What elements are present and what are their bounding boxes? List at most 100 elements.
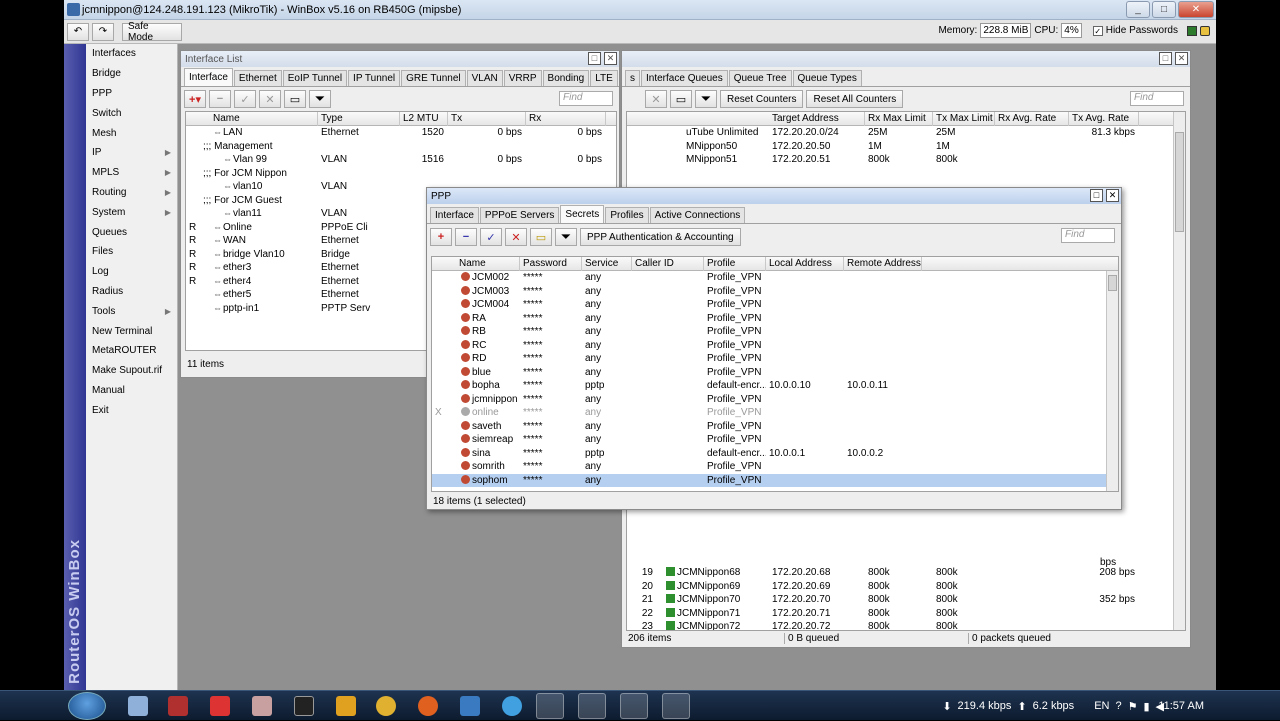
column-header[interactable]: Rx Max Limit xyxy=(865,112,933,126)
menu-item[interactable]: Routing ▶ xyxy=(86,183,177,203)
reset-all-counters-button[interactable]: Reset All Counters xyxy=(806,90,904,108)
menu-item[interactable]: MetaROUTER xyxy=(86,341,177,361)
menu-item[interactable]: MPLS ▶ xyxy=(86,163,177,183)
undo-button[interactable]: ↶ xyxy=(67,22,89,41)
queue-window-maximize-icon[interactable]: □ xyxy=(1159,52,1172,65)
secret-row[interactable]: saveth ***** any Profile_VPN xyxy=(432,420,1106,434)
language-indicator[interactable]: EN xyxy=(1094,700,1109,712)
tab[interactable]: LTE xyxy=(590,70,618,86)
tab[interactable]: Active Connections xyxy=(649,207,746,223)
queue-row[interactable]: 20 JCMNippon69 172.20.20.69 800k 800k xyxy=(627,580,1173,594)
show-desktop-area[interactable] xyxy=(1216,690,1280,720)
menu-item[interactable]: New Terminal xyxy=(86,321,177,341)
menu-item[interactable]: Queues xyxy=(86,222,177,242)
menu-item[interactable]: Mesh xyxy=(86,123,177,143)
column-header[interactable]: Name xyxy=(456,257,520,271)
app-globe-icon[interactable] xyxy=(502,696,522,716)
interface-find-input[interactable]: Find xyxy=(559,91,613,106)
app-blue-icon[interactable] xyxy=(460,696,480,716)
ppp-enable-icon[interactable]: ✓ xyxy=(480,228,502,246)
table-row[interactable]: ⇔Vlan 99 VLAN 1516 0 bps 0 bps xyxy=(186,153,616,167)
tab[interactable]: Interface xyxy=(184,68,233,86)
queue-row[interactable]: 23 JCMNippon72 172.20.20.72 800k 800k xyxy=(627,620,1173,630)
tab[interactable]: Ethernet xyxy=(233,70,282,86)
network-icon[interactable]: ▮ xyxy=(1143,700,1149,713)
start-button[interactable] xyxy=(68,692,106,720)
tab[interactable]: Interface xyxy=(430,207,479,223)
menu-item[interactable]: Log xyxy=(86,262,177,282)
menu-item[interactable]: Switch xyxy=(86,103,177,123)
menu-item[interactable]: IP ▶ xyxy=(86,143,177,163)
column-header[interactable]: Password xyxy=(520,257,582,271)
tab[interactable]: Interface Queues xyxy=(641,70,728,86)
column-header[interactable]: Tx Max Limit xyxy=(933,112,995,126)
menu-item[interactable]: Exit xyxy=(86,400,177,420)
secret-row[interactable]: Xonline ***** any Profile_VPN xyxy=(432,406,1106,420)
add-icon[interactable]: +▾ xyxy=(184,90,206,108)
ppp-auth-accounting-button[interactable]: PPP Authentication & Accounting xyxy=(580,228,741,246)
filter-icon[interactable]: ⏷ xyxy=(309,90,331,108)
ppp-comment-icon[interactable]: ▭ xyxy=(530,228,552,246)
secrets-scrollbar[interactable] xyxy=(1106,271,1118,491)
interface-window-close-icon[interactable]: ✕ xyxy=(604,52,617,65)
column-header[interactable]: Profile xyxy=(704,257,766,271)
app-dark-icon[interactable] xyxy=(294,696,314,716)
terminal-taskbar-icon[interactable] xyxy=(662,693,690,719)
menu-item[interactable]: Radius xyxy=(86,282,177,302)
secrets-scroll-thumb[interactable] xyxy=(1108,275,1117,291)
column-header[interactable]: Tx xyxy=(448,112,526,126)
secret-row[interactable]: JCM002 ***** any Profile_VPN xyxy=(432,271,1106,285)
secret-row[interactable]: sophom ***** any Profile_VPN xyxy=(432,473,1106,487)
reset-counters-button[interactable]: Reset Counters xyxy=(720,90,804,108)
app-pink-icon[interactable] xyxy=(252,696,272,716)
queue-find-input[interactable]: Find xyxy=(1130,91,1184,106)
tab[interactable]: VLAN xyxy=(466,70,503,86)
secret-row[interactable]: jcmnippon ***** any Profile_VPN xyxy=(432,393,1106,407)
column-header[interactable]: Tx Avg. Rate xyxy=(1069,112,1139,126)
tab[interactable]: Bonding xyxy=(542,70,590,86)
queue-filter-icon[interactable]: ⏷ xyxy=(695,90,717,108)
ppp-add-icon[interactable]: + xyxy=(430,228,452,246)
tab[interactable]: Profiles xyxy=(605,207,649,223)
column-header[interactable]: Name xyxy=(210,112,318,126)
ppp-remove-icon[interactable]: − xyxy=(455,228,477,246)
tab[interactable]: Queue Tree xyxy=(728,70,792,86)
queue-scroll-thumb[interactable] xyxy=(1175,132,1184,232)
taskbar-window-3[interactable] xyxy=(620,693,648,719)
secret-row[interactable]: RB ***** any Profile_VPN xyxy=(432,325,1106,339)
ppp-filter-icon[interactable]: ⏷ xyxy=(555,228,577,246)
secret-row[interactable]: RD ***** any Profile_VPN xyxy=(432,352,1106,366)
ppp-window-close-icon[interactable]: ✕ xyxy=(1106,189,1119,202)
tab[interactable]: EoIP Tunnel xyxy=(282,70,348,86)
tab[interactable]: Queue Types xyxy=(792,70,862,86)
table-row[interactable]: ;;; Management xyxy=(186,140,616,154)
column-header[interactable]: Local Address xyxy=(766,257,844,271)
column-header[interactable]: Rx Avg. Rate xyxy=(995,112,1069,126)
remove-icon[interactable]: − xyxy=(209,90,231,108)
comment-icon[interactable]: ▭ xyxy=(284,90,306,108)
explorer-icon[interactable] xyxy=(128,696,148,716)
tab[interactable]: GRE Tunnel xyxy=(401,70,466,86)
tab[interactable]: IP Tunnel xyxy=(348,70,401,86)
column-header[interactable]: Type xyxy=(318,112,400,126)
queue-cross-icon[interactable]: ✕ xyxy=(645,90,667,108)
ppp-window-maximize-icon[interactable]: □ xyxy=(1090,189,1103,202)
column-header[interactable]: Remote Address xyxy=(844,257,922,271)
menu-item[interactable]: System ▶ xyxy=(86,202,177,222)
queue-row[interactable]: 19 JCMNippon68 172.20.20.68 800k 800k 208 bps xyxy=(627,566,1173,580)
queue-row[interactable]: MNippon50 172.20.20.50 1M 1M xyxy=(627,140,1173,154)
secret-row[interactable]: siemreap ***** any Profile_VPN xyxy=(432,433,1106,447)
menu-item[interactable]: PPP xyxy=(86,84,177,104)
column-header[interactable]: Rx xyxy=(526,112,606,126)
winbox-taskbar-icon[interactable] xyxy=(578,693,606,719)
close-button[interactable]: ✕ xyxy=(1178,1,1214,18)
safe-mode-button[interactable]: Safe Mode xyxy=(122,21,182,43)
firefox-icon[interactable] xyxy=(418,696,438,716)
enable-icon[interactable]: ✓ xyxy=(234,90,256,108)
queue-row[interactable]: uTube Unlimited 172.20.20.0/24 25M 25M 81.3 … xyxy=(627,126,1173,140)
help-icon[interactable]: ? xyxy=(1115,700,1121,712)
tab[interactable]: s xyxy=(625,70,640,86)
queue-scrollbar[interactable] xyxy=(1173,112,1185,630)
menu-item[interactable]: Manual xyxy=(86,381,177,401)
redo-button[interactable]: ↷ xyxy=(92,22,114,41)
